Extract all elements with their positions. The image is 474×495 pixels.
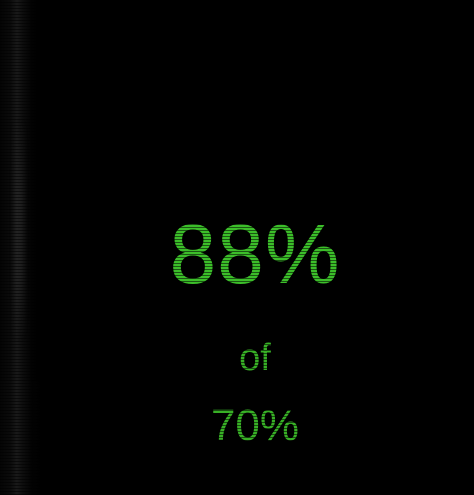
target-percentage: 70% xyxy=(210,401,300,450)
device-bezel xyxy=(0,0,42,495)
current-percentage: 88% xyxy=(169,207,341,301)
percentage-readout: 88% of 70% xyxy=(40,0,474,495)
of-label: of xyxy=(239,337,271,379)
screen: 88% of 70% xyxy=(0,0,474,495)
